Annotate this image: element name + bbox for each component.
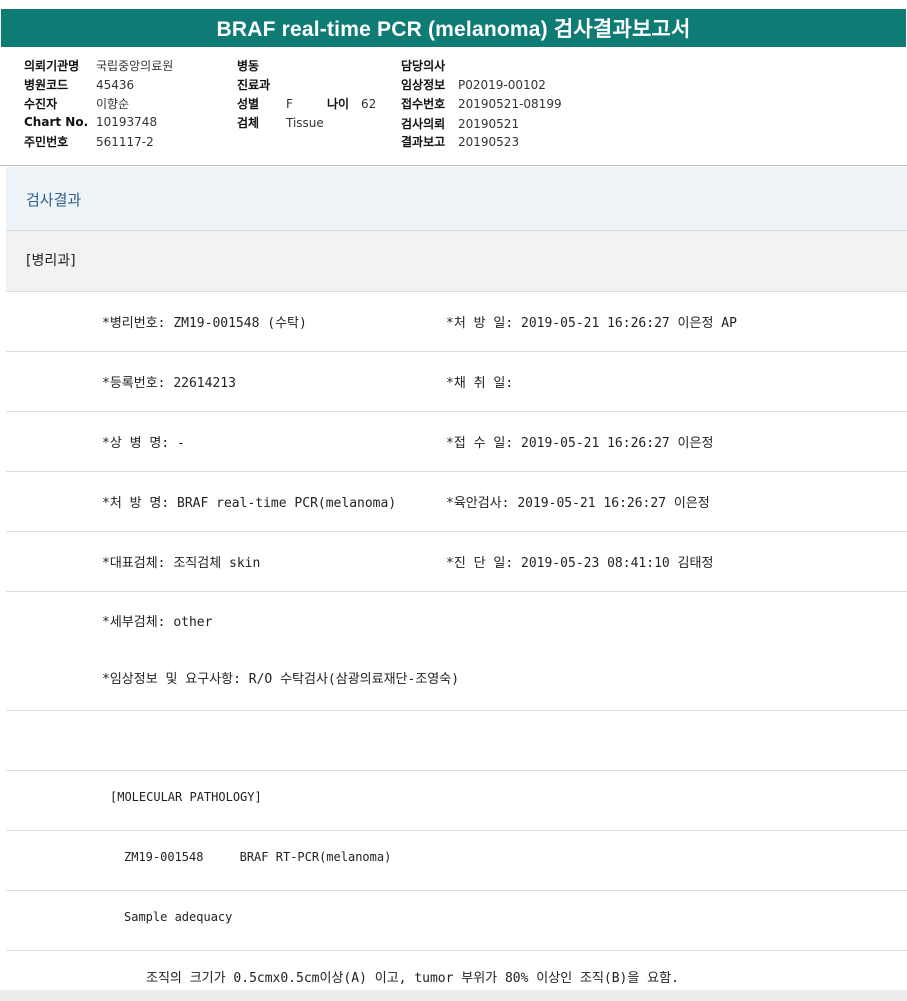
receipt-date: *접 수 일: 2019-05-21 16:26:27 이은정 <box>446 436 714 451</box>
result-row: *등록번호: 22614213 *채 취 일: <box>6 352 907 412</box>
info-row-clinical-info: 임상정보 P02019-00102 <box>401 76 546 93</box>
info-label: 의뢰기관명 <box>24 59 80 73</box>
result-row: *임상정보 및 요구사항: R/O 수탁검사(삼광의료재단-조영숙) <box>6 651 907 711</box>
info-label: 나이 <box>327 97 350 111</box>
department-header: [병리과] <box>6 231 907 292</box>
pathology-number: *병리번호: ZM19-001548 (수탁) <box>102 316 307 331</box>
collection-date: *채 취 일: <box>446 376 514 391</box>
info-row-ward: 병동 <box>237 57 286 74</box>
info-value: 20190521 <box>458 117 520 131</box>
info-value: 이향순 <box>96 97 130 111</box>
patient-info-panel: 의뢰기관명 국립중앙의료원 병원코드 45436 수진자 이향순 Chart No. 1… <box>0 47 907 166</box>
registration-number: *등록번호: 22614213 <box>102 376 236 391</box>
info-value: 20190521-08199 <box>458 97 562 111</box>
result-row: *상 병 명: - *접 수 일: 2019-05-21 16:26:27 이은… <box>6 412 907 472</box>
info-row-patient-name: 수진자 이향순 <box>24 95 129 112</box>
molecular-header: [MOLECULAR PATHOLOGY] <box>110 790 262 804</box>
info-label: 결과보고 <box>401 135 446 149</box>
info-label: 담당의사 <box>401 59 446 73</box>
info-value: P02019-00102 <box>458 78 546 92</box>
sample-adequacy: Sample adequacy <box>124 910 233 924</box>
bottom-scroll-strip <box>0 990 907 1001</box>
info-value: 561117-2 <box>96 135 154 149</box>
info-value: 45436 <box>96 78 135 92</box>
info-label: 병동 <box>237 59 260 73</box>
info-label: 검사의뢰 <box>401 117 446 131</box>
results-section-header: 검사결과 <box>6 167 907 231</box>
info-label: 임상정보 <box>401 78 446 92</box>
result-row: ZM19-001548 BRAF RT-PCR(melanoma) <box>6 831 907 891</box>
info-row-resident-no: 주민번호 561117-2 <box>24 133 154 150</box>
info-value: 국립중앙의료원 <box>96 59 174 73</box>
section-title: 검사결과 <box>26 191 82 209</box>
top-band <box>0 0 907 8</box>
result-row: *대표검체: 조직검체 skin *진 단 일: 2019-05-23 08:4… <box>6 532 907 592</box>
info-row-department: 진료과 <box>237 76 286 93</box>
info-row-receipt-no: 접수번호 20190521-08199 <box>401 95 562 112</box>
blank-row <box>6 711 907 771</box>
detailed-specimen: *세부검체: other <box>102 615 213 630</box>
result-row: 조직의 크기가 0.5cmx0.5cm이상(A) 이고, tumor 부위가 8… <box>6 951 907 990</box>
info-value: 20190523 <box>458 135 520 149</box>
result-row: *병리번호: ZM19-001548 (수탁) *처 방 일: 2019-05-… <box>6 292 907 352</box>
gross-exam-date: *육안검사: 2019-05-21 16:26:27 이은정 <box>446 496 710 511</box>
info-row-institution: 의뢰기관명 국립중앙의료원 <box>24 57 173 74</box>
result-row: *세부검체: other <box>6 592 907 652</box>
info-row-hospital-code: 병원코드 45436 <box>24 76 134 93</box>
info-label: 주민번호 <box>24 135 69 149</box>
info-label: 수진자 <box>24 97 58 111</box>
result-row: Sample adequacy <box>6 891 907 951</box>
molecular-id-line: ZM19-001548 BRAF RT-PCR(melanoma) <box>124 850 392 864</box>
info-row-sex: 성별 F <box>237 95 293 112</box>
department-label: [병리과] <box>26 253 76 269</box>
info-label: Chart No. <box>24 115 89 129</box>
diagnosis-date: *진 단 일: 2019-05-23 08:41:10 김태정 <box>446 556 714 571</box>
info-label: 성별 <box>237 97 260 111</box>
info-row-specimen: 검체 Tissue <box>237 114 324 131</box>
result-row: *처 방 명: BRAF real-time PCR(melanoma) *육안… <box>6 472 907 532</box>
info-value: 10193748 <box>96 115 158 129</box>
info-row-report-date: 결과보고 20190523 <box>401 133 519 150</box>
info-value: Tissue <box>286 116 324 130</box>
order-name: *처 방 명: BRAF real-time PCR(melanoma) <box>102 496 397 511</box>
info-row-chart-no: Chart No. 10193748 <box>24 115 157 129</box>
adequacy-note: 조직의 크기가 0.5cmx0.5cm이상(A) 이고, tumor 부위가 8… <box>146 971 679 986</box>
info-value: F <box>286 97 293 111</box>
order-date: *처 방 일: 2019-05-21 16:26:27 이은정 AP <box>446 316 737 331</box>
info-row-doctor: 담당의사 <box>401 57 458 74</box>
info-value: 62 <box>361 97 377 111</box>
representative-specimen: *대표검체: 조직검체 skin <box>102 556 261 571</box>
diagnosis-name: *상 병 명: - <box>102 436 185 451</box>
info-label: 진료과 <box>237 78 271 92</box>
result-row: [MOLECULAR PATHOLOGY] <box>6 771 907 831</box>
info-label: 검체 <box>237 116 260 130</box>
info-label: 접수번호 <box>401 97 446 111</box>
clinical-request: *임상정보 및 요구사항: R/O 수탁검사(삼광의료재단-조영숙) <box>102 672 460 687</box>
info-row-age: 나이 62 <box>327 95 376 112</box>
report-title: BRAF real-time PCR (melanoma) 검사결과보고서 <box>1 9 906 47</box>
info-label: 병원코드 <box>24 78 69 92</box>
info-row-request-date: 검사의뢰 20190521 <box>401 115 519 132</box>
